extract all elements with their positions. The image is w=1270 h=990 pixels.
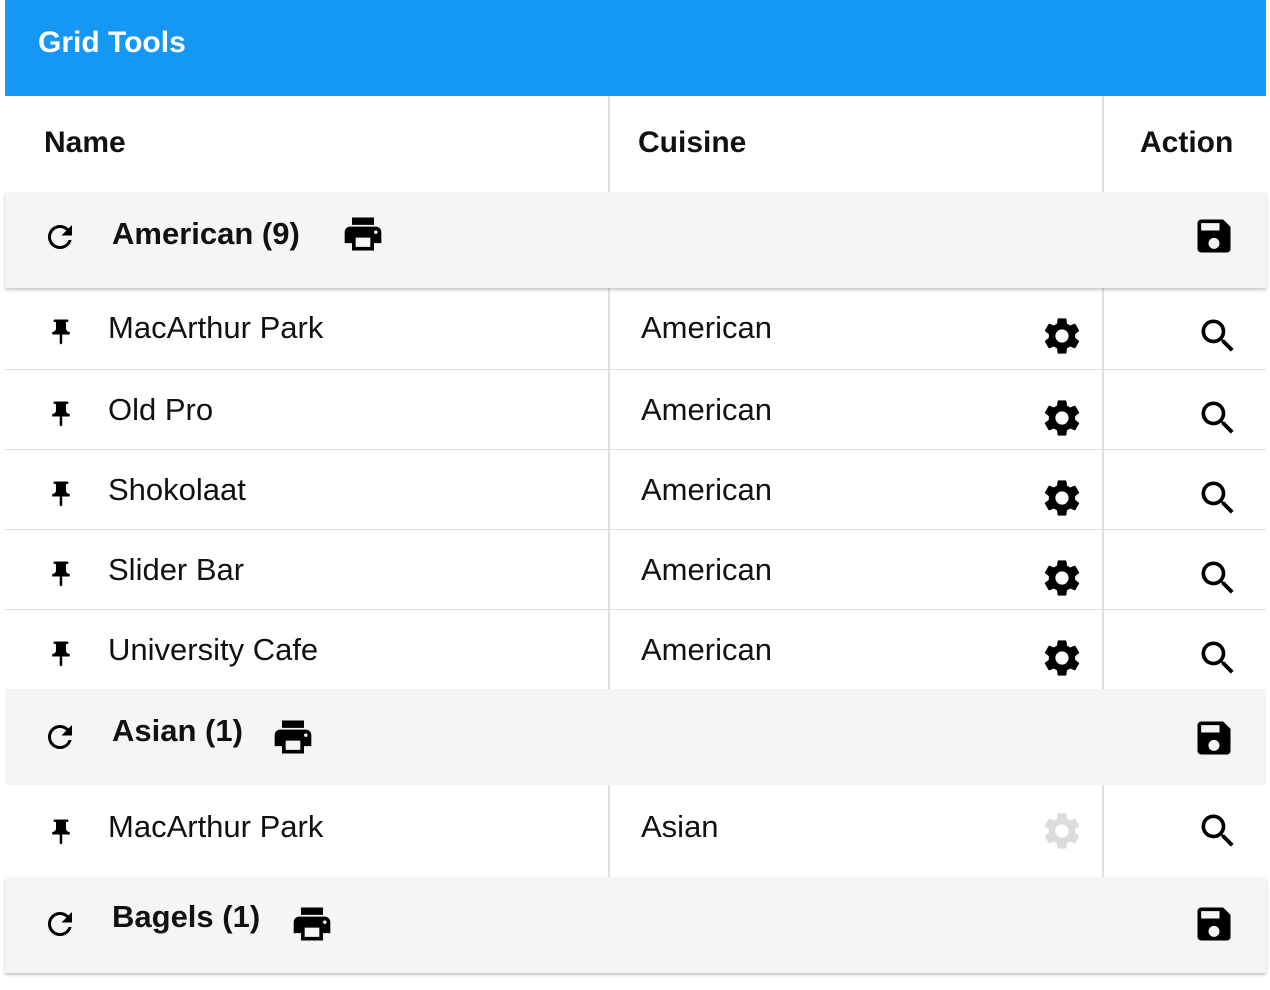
group-label: Bagels (1)	[112, 899, 261, 934]
refresh-icon[interactable]	[42, 219, 78, 255]
name-cell: MacArthur Park	[5, 785, 608, 877]
cuisine-value: American	[641, 392, 772, 427]
refresh-icon[interactable]	[42, 719, 78, 755]
search-icon[interactable]	[1196, 636, 1240, 680]
column-header-action-label: Action	[1140, 126, 1234, 159]
pin-icon[interactable]	[46, 477, 76, 511]
table-row[interactable]: Slider Bar American	[5, 529, 1266, 609]
group-row-american[interactable]: American (9)	[5, 192, 1266, 288]
restaurant-name: Shokolaat	[108, 472, 246, 507]
cuisine-value: Asian	[641, 809, 719, 844]
cuisine-cell: American	[608, 450, 1102, 529]
save-icon[interactable]	[1192, 716, 1236, 760]
table-row[interactable]: MacArthur Park American	[5, 288, 1266, 369]
gear-icon[interactable]	[1040, 556, 1084, 600]
cuisine-cell: American	[608, 370, 1102, 449]
table-row[interactable]: Shokolaat American	[5, 449, 1266, 529]
column-header-cuisine[interactable]: Cuisine	[608, 96, 1102, 192]
cuisine-value: American	[641, 310, 772, 345]
pin-icon[interactable]	[46, 637, 76, 671]
gear-icon[interactable]	[1040, 396, 1084, 440]
column-header-row: Name Cuisine Action	[5, 96, 1266, 192]
search-icon[interactable]	[1196, 314, 1240, 358]
title-bar: Grid Tools	[5, 0, 1266, 96]
print-icon[interactable]	[271, 715, 315, 759]
cuisine-cell: American	[608, 610, 1102, 689]
column-header-name[interactable]: Name	[5, 96, 608, 192]
action-cell	[1102, 530, 1266, 609]
pin-icon[interactable]	[46, 557, 76, 591]
group-row-bagels[interactable]: Bagels (1)	[5, 877, 1266, 973]
column-header-cuisine-label: Cuisine	[638, 126, 747, 159]
column-header-action[interactable]: Action	[1102, 96, 1266, 192]
search-icon[interactable]	[1196, 809, 1240, 853]
save-icon[interactable]	[1192, 214, 1236, 258]
restaurant-name: University Cafe	[108, 632, 319, 667]
cuisine-cell: Asian	[608, 785, 1102, 877]
table-row[interactable]: MacArthur Park Asian	[5, 785, 1266, 877]
save-icon[interactable]	[1192, 902, 1236, 946]
data-grid: Name Cuisine Action American (9) MacArth…	[5, 96, 1266, 973]
restaurant-name: Old Pro	[108, 392, 214, 427]
restaurant-name: MacArthur Park	[108, 310, 324, 345]
action-cell	[1102, 370, 1266, 449]
action-cell	[1102, 785, 1266, 877]
print-icon[interactable]	[341, 212, 385, 256]
pin-icon[interactable]	[46, 397, 76, 431]
cuisine-cell: American	[608, 530, 1102, 609]
group-label: Asian (1)	[112, 713, 243, 748]
action-cell	[1102, 288, 1266, 369]
name-cell: MacArthur Park	[5, 288, 608, 369]
pin-icon[interactable]	[46, 815, 76, 849]
name-cell: Old Pro	[5, 370, 608, 449]
grid-tools-panel: Grid Tools Name Cuisine Action American …	[5, 0, 1266, 985]
search-icon[interactable]	[1196, 396, 1240, 440]
cuisine-cell: American	[608, 288, 1102, 369]
table-row[interactable]: Old Pro American	[5, 369, 1266, 449]
name-cell: University Cafe	[5, 610, 608, 689]
action-cell	[1102, 610, 1266, 689]
print-icon[interactable]	[290, 902, 334, 946]
pin-icon[interactable]	[46, 315, 76, 349]
search-icon[interactable]	[1196, 476, 1240, 520]
table-row[interactable]: University Cafe American	[5, 609, 1266, 689]
gear-icon	[1040, 809, 1084, 853]
cuisine-value: American	[641, 632, 772, 667]
gear-icon[interactable]	[1040, 314, 1084, 358]
restaurant-name: Slider Bar	[108, 552, 245, 587]
cuisine-value: American	[641, 552, 772, 587]
name-cell: Slider Bar	[5, 530, 608, 609]
gear-icon[interactable]	[1040, 636, 1084, 680]
gear-icon[interactable]	[1040, 476, 1084, 520]
group-row-asian[interactable]: Asian (1)	[5, 689, 1266, 785]
refresh-icon[interactable]	[42, 906, 78, 942]
column-header-name-label: Name	[44, 126, 126, 159]
action-cell	[1102, 450, 1266, 529]
group-label: American (9)	[112, 216, 300, 251]
search-icon[interactable]	[1196, 556, 1240, 600]
cuisine-value: American	[641, 472, 772, 507]
name-cell: Shokolaat	[5, 450, 608, 529]
restaurant-name: MacArthur Park	[108, 809, 324, 844]
panel-title: Grid Tools	[38, 26, 186, 59]
